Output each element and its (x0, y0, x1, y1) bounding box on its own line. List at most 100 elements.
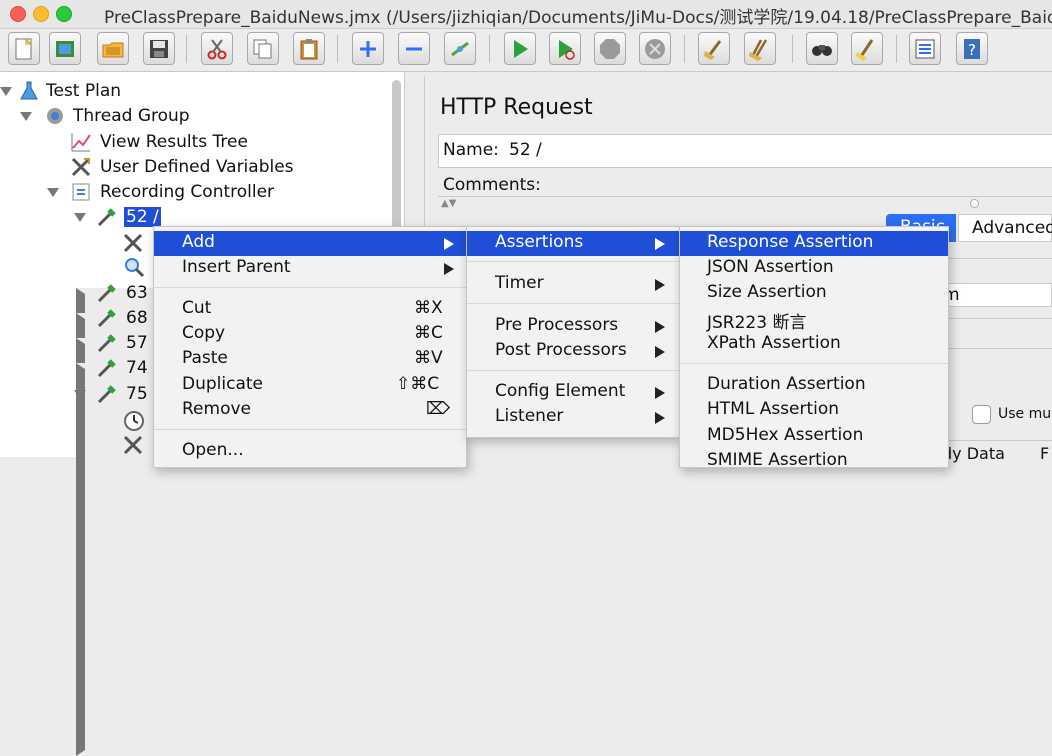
menu-item-xpath-assertion[interactable]: XPath Assertion (680, 332, 948, 357)
menu-item-copy[interactable]: Copy ⌘C (154, 322, 466, 347)
templates-button[interactable] (49, 32, 81, 65)
tab-files[interactable]: F (1040, 444, 1049, 463)
shortcut-label: ⌘V (414, 348, 443, 368)
toggle-button[interactable] (444, 32, 476, 65)
use-multipart-label: Use mul (998, 406, 1052, 422)
open-button[interactable] (97, 32, 129, 65)
menu-item-pre-processors[interactable]: Pre Processors (467, 314, 679, 339)
tree-node-sampler[interactable]: 68 (0, 307, 713, 706)
menu-item-assertions[interactable]: Assertions (467, 231, 679, 256)
reset-search-button[interactable] (851, 32, 883, 65)
name-input[interactable]: 52 / (509, 140, 542, 160)
expand-arrow-icon[interactable] (74, 390, 86, 399)
tree-node-sampler[interactable]: 57 (0, 332, 713, 731)
menu-separator (680, 363, 948, 364)
save-button[interactable] (143, 32, 175, 65)
menu-item-html-assertion[interactable]: HTML Assertion (680, 398, 948, 423)
clear-button[interactable] (698, 32, 730, 65)
tab-advanced[interactable]: Advanced (958, 214, 1052, 242)
svg-text:?: ? (968, 41, 976, 59)
paste-button[interactable] (293, 32, 325, 65)
toggle-icon (451, 41, 469, 57)
splitter-handle[interactable] (970, 199, 979, 208)
stop-button[interactable] (594, 32, 626, 65)
menu-item-config-element[interactable]: Config Element (467, 380, 679, 405)
tree-node-user-defined-variables[interactable]: User Defined Variables (0, 156, 294, 180)
toolbar-separator (489, 35, 490, 63)
toolbar-separator (896, 35, 897, 63)
close-window-button[interactable] (10, 6, 26, 22)
menu-item-size-assertion[interactable]: Size Assertion (680, 281, 948, 306)
menu-item-insert-parent[interactable]: Insert Parent (154, 256, 466, 281)
paste-icon (300, 39, 318, 60)
use-multipart-checkbox[interactable] (972, 405, 991, 424)
pipette-icon (97, 208, 116, 227)
pipette-icon (97, 309, 116, 328)
search-button[interactable] (806, 32, 838, 65)
tree-label: 52 / (124, 207, 161, 227)
expand-arrow-icon[interactable] (0, 87, 12, 96)
pipette-icon (97, 334, 116, 353)
shortcut-label: ⌦ (426, 399, 451, 419)
clear-all-button[interactable] (744, 32, 776, 65)
menu-item-listener[interactable]: Listener (467, 405, 679, 430)
menu-item-label: Post Processors (495, 340, 627, 360)
tree-label: 75 (126, 384, 148, 404)
stop-icon (600, 39, 620, 59)
comments-field[interactable] (438, 196, 1052, 197)
graph-icon (71, 133, 91, 152)
expand-all-button[interactable] (352, 32, 384, 65)
menu-item-cut[interactable]: Cut ⌘X (154, 297, 466, 322)
menu-item-jsr223-assertion[interactable]: JSR223 断言 (680, 307, 948, 333)
wrench-icon (123, 435, 143, 455)
tree-node-thread-group[interactable]: Thread Group (0, 105, 200, 129)
help-button[interactable]: ? (956, 32, 988, 65)
menu-item-label: Open... (182, 440, 244, 460)
menu-item-smime-assertion[interactable]: SMIME Assertion (680, 449, 948, 474)
tree-node-view-results-tree[interactable]: View Results Tree (0, 131, 260, 155)
minimize-window-button[interactable] (33, 6, 49, 22)
menu-item-open[interactable]: Open... (154, 439, 466, 464)
controller-icon (72, 183, 90, 201)
tree-node-test-plan[interactable]: Test Plan (0, 80, 200, 104)
cut-button[interactable] (201, 32, 233, 65)
menu-item-duration-assertion[interactable]: Duration Assertion (680, 373, 948, 398)
tab-label: Advanced (972, 218, 1052, 238)
start-button[interactable] (504, 32, 536, 65)
start-no-pauses-button[interactable] (549, 32, 581, 65)
menu-item-label: HTML Assertion (707, 399, 840, 419)
menu-separator (154, 429, 466, 430)
new-button[interactable] (8, 32, 40, 65)
copy-button[interactable] (247, 32, 279, 65)
menu-item-md5hex-assertion[interactable]: MD5Hex Assertion (680, 424, 948, 449)
function-helper-button[interactable] (909, 32, 941, 65)
tree-node-sampler[interactable]: 74 (0, 357, 713, 756)
menu-item-remove[interactable]: Remove ⌦ (154, 398, 466, 423)
toolbar-separator (337, 35, 338, 63)
expand-arrow-icon[interactable] (47, 188, 59, 197)
zoom-window-button[interactable] (56, 6, 72, 22)
shortcut-label: ⇧⌘C (396, 374, 440, 394)
menu-item-timer[interactable]: Timer (467, 272, 679, 297)
expand-arrow-icon[interactable] (20, 112, 32, 121)
divider (940, 348, 1052, 349)
menu-item-response-assertion[interactable]: Response Assertion (680, 231, 948, 256)
menu-item-post-processors[interactable]: Post Processors (467, 339, 679, 364)
collapse-all-button[interactable] (398, 32, 430, 65)
menu-item-add[interactable]: Add (154, 231, 466, 256)
expand-arrow-icon[interactable] (74, 213, 86, 222)
server-field[interactable]: m (940, 283, 1052, 307)
menu-item-json-assertion[interactable]: JSON Assertion (680, 256, 948, 281)
tree-node-recording-controller[interactable]: Recording Controller (0, 181, 290, 205)
menu-item-duplicate[interactable]: Duplicate ⇧⌘C (154, 373, 466, 398)
tree-label: Test Plan (46, 81, 122, 101)
tree-node-sampler[interactable]: 75 (0, 383, 150, 407)
tree-label: 63 (126, 283, 148, 303)
tab-body-data[interactable]: dy Data (942, 444, 1005, 463)
menu-item-paste[interactable]: Paste ⌘V (154, 347, 466, 372)
shutdown-button[interactable] (639, 32, 671, 65)
tree-node-sampler[interactable]: 63 (0, 282, 713, 681)
menu-item-label: MD5Hex Assertion (707, 425, 864, 445)
splitter-arrows-icon[interactable]: ▲▼ (441, 198, 456, 209)
menu-item-label: Duration Assertion (707, 374, 866, 394)
